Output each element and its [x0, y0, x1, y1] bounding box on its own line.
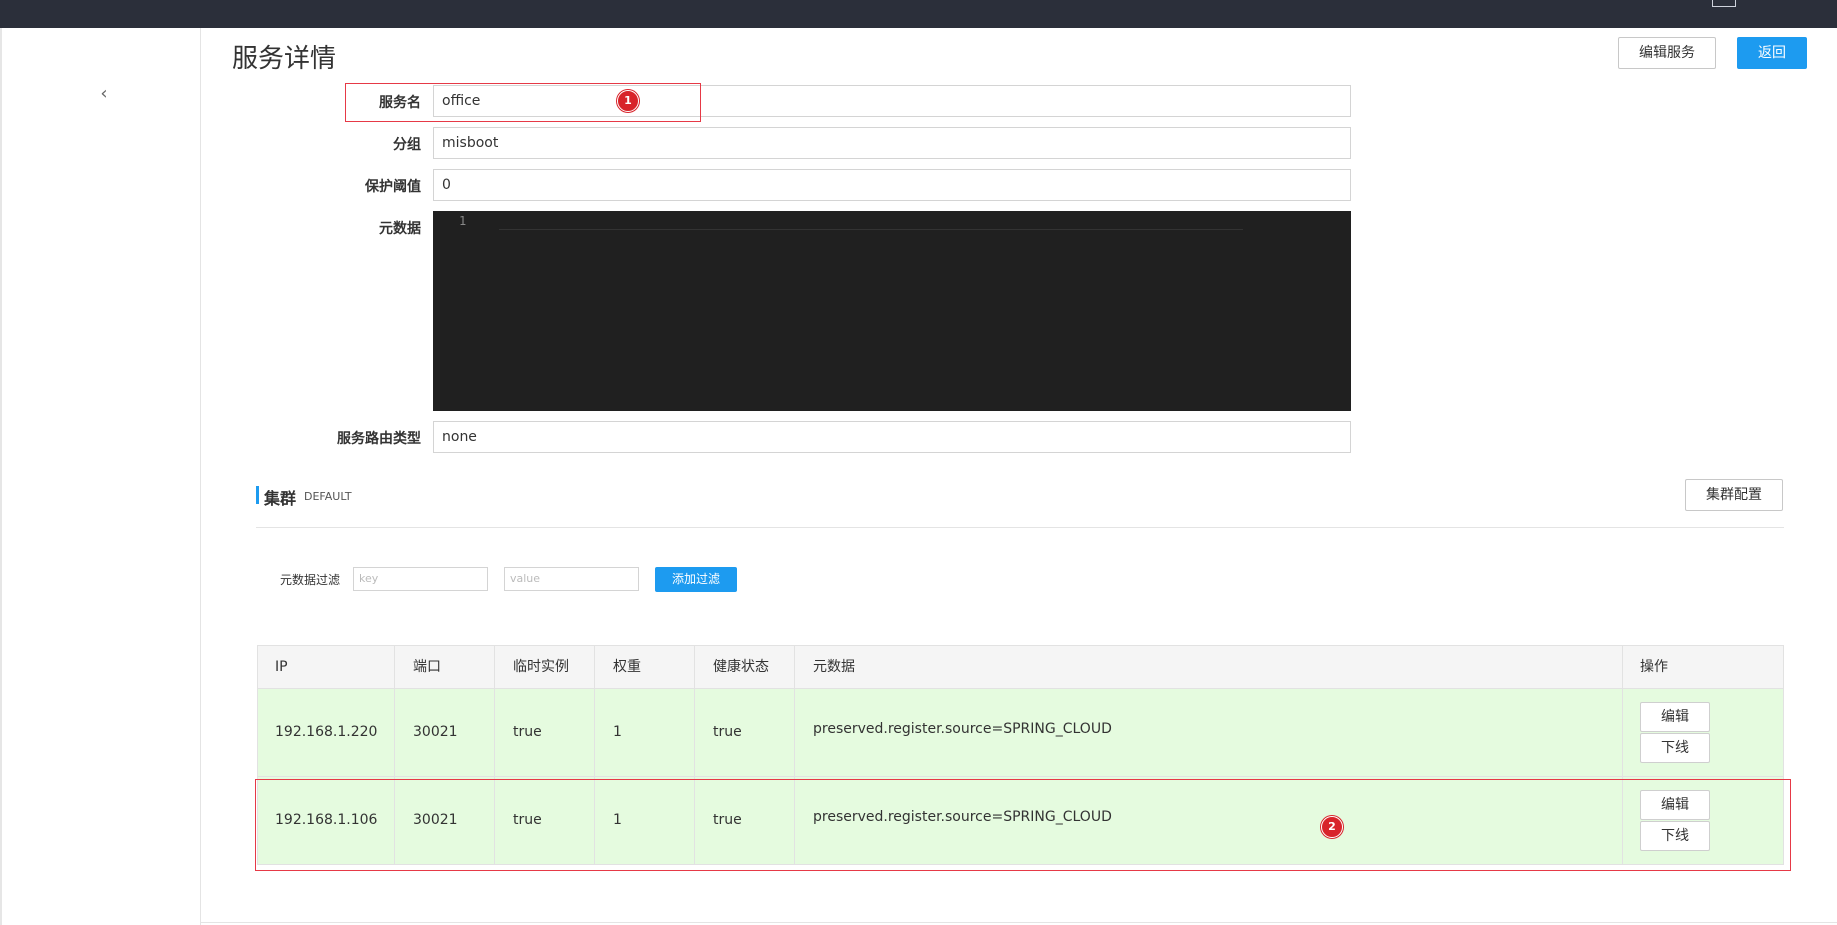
line-number: 1 — [459, 214, 467, 228]
table-row: 192.168.1.220 30021 true 1 true preserve… — [257, 688, 1784, 777]
column-header-health: 健康状态 — [713, 659, 769, 675]
annotation-box-2 — [255, 779, 1791, 871]
cluster-title: 集群 — [264, 489, 297, 508]
cluster-divider — [256, 527, 1784, 528]
cell-port: 30021 — [413, 724, 458, 740]
annotation-badge-2: 2 — [1321, 816, 1343, 838]
protect-threshold-field[interactable]: 0 — [433, 169, 1351, 201]
cell-metadata: preserved.register.source=SPRING_CLOUD — [813, 721, 1112, 737]
cell-weight: 1 — [613, 724, 622, 740]
back-button[interactable]: 返回 — [1737, 37, 1807, 69]
editor-active-line — [499, 211, 1243, 230]
table-header: IP 端口 临时实例 权重 健康状态 元数据 操作 — [257, 645, 1784, 689]
cell-healthy: true — [713, 724, 742, 740]
route-type-label: 服务路由类型 — [337, 431, 421, 447]
group-field[interactable]: misboot — [433, 127, 1351, 159]
cluster-config-button[interactable]: 集群配置 — [1685, 479, 1783, 511]
annotation-box-1 — [345, 83, 701, 122]
edit-instance-button[interactable]: 编辑 — [1640, 702, 1710, 732]
column-header-ephemeral: 临时实例 — [513, 659, 569, 675]
bottom-divider — [201, 922, 1837, 923]
column-header-weight: 权重 — [613, 659, 641, 675]
offline-instance-button[interactable]: 下线 — [1640, 733, 1710, 763]
column-header-metadata: 元数据 — [813, 659, 855, 675]
route-type-field[interactable]: none — [433, 421, 1351, 453]
column-header-port: 端口 — [413, 659, 441, 675]
metadata-label: 元数据 — [379, 221, 421, 237]
column-header-ip: IP — [275, 659, 288, 675]
metadata-editor[interactable]: 1 — [433, 211, 1351, 411]
column-header-actions: 操作 — [1640, 659, 1668, 675]
protect-threshold-label: 保护阈值 — [365, 179, 421, 195]
group-label: 分组 — [393, 137, 421, 153]
page-title: 服务详情 — [232, 44, 337, 74]
filter-key-input[interactable]: key — [353, 567, 488, 591]
cluster-name: DEFAULT — [304, 490, 352, 503]
window-control-icon[interactable] — [1712, 0, 1736, 7]
add-filter-button[interactable]: 添加过滤 — [655, 567, 737, 592]
chevron-left-icon[interactable]: ‹ — [94, 84, 114, 104]
sidebar: ‹ — [2, 28, 201, 925]
edit-service-button[interactable]: 编辑服务 — [1618, 37, 1716, 69]
annotation-badge-1: 1 — [617, 90, 639, 112]
cell-ip: 192.168.1.220 — [275, 724, 378, 740]
editor-gutter: 1 — [433, 211, 499, 411]
filter-value-input[interactable]: value — [504, 567, 639, 591]
metadata-filter-label: 元数据过滤 — [280, 573, 341, 587]
top-bar — [0, 0, 1837, 28]
cluster-accent-bar — [256, 486, 259, 504]
cell-ephemeral: true — [513, 724, 542, 740]
